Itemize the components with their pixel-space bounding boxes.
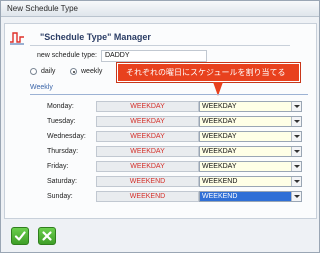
day-row-wednesday: Wednesday: WEEKDAY WEEKDAY bbox=[0, 131, 320, 144]
header-divider bbox=[30, 45, 290, 46]
current-schedule-value: WEEKDAY bbox=[96, 131, 199, 142]
current-schedule-value: WEEKEND bbox=[96, 176, 199, 187]
day-row-monday: Monday: WEEKDAY WEEKDAY bbox=[0, 101, 320, 114]
select-value: WEEKEND bbox=[202, 193, 238, 200]
select-value: WEEKDAY bbox=[202, 148, 237, 155]
chevron-down-icon[interactable] bbox=[291, 162, 301, 171]
weekly-section-divider bbox=[30, 94, 308, 95]
schedule-select-wednesday[interactable]: WEEKDAY bbox=[199, 131, 302, 142]
current-schedule-value: WEEKDAY bbox=[96, 116, 199, 127]
radio-daily-label: daily bbox=[41, 68, 56, 75]
radio-weekly-label: weekly bbox=[81, 68, 103, 75]
chevron-down-icon[interactable] bbox=[291, 147, 301, 156]
schedule-select-tuesday[interactable]: WEEKDAY bbox=[199, 116, 302, 127]
page-title: "Schedule Type" Manager bbox=[40, 32, 151, 42]
schedule-select-sunday[interactable]: WEEKEND bbox=[199, 191, 302, 202]
chevron-down-icon[interactable] bbox=[291, 132, 301, 141]
schedule-logo-icon bbox=[10, 32, 24, 45]
annotation-callout: それぞれの曜日にスケジュールを割り当てる bbox=[117, 63, 300, 82]
schedule-select-friday[interactable]: WEEKDAY bbox=[199, 161, 302, 172]
schedule-select-thursday[interactable]: WEEKDAY bbox=[199, 146, 302, 157]
schedule-name-input[interactable]: DADDY bbox=[101, 50, 207, 62]
radio-weekly[interactable]: weekly bbox=[70, 68, 102, 75]
schedule-select-saturday[interactable]: WEEKEND bbox=[199, 176, 302, 187]
select-value: WEEKDAY bbox=[202, 118, 237, 125]
name-field-label: new schedule type: bbox=[37, 52, 97, 59]
day-label: Sunday: bbox=[47, 193, 73, 200]
select-value: WEEKEND bbox=[202, 178, 238, 185]
select-value: WEEKDAY bbox=[202, 133, 237, 140]
radio-daily[interactable]: daily bbox=[30, 68, 55, 75]
radio-daily-circle[interactable] bbox=[30, 68, 37, 75]
day-label: Thursday: bbox=[47, 148, 79, 155]
radio-weekly-circle[interactable] bbox=[70, 68, 77, 75]
day-label: Saturday: bbox=[47, 178, 77, 185]
day-label: Tuesday: bbox=[47, 118, 76, 125]
select-value: WEEKDAY bbox=[202, 103, 237, 110]
current-schedule-value: WEEKDAY bbox=[96, 161, 199, 172]
current-schedule-value: WEEKDAY bbox=[96, 146, 199, 157]
day-row-sunday: Sunday: WEEKEND WEEKEND bbox=[0, 191, 320, 204]
current-schedule-value: WEEKEND bbox=[96, 191, 199, 202]
schedule-select-monday[interactable]: WEEKDAY bbox=[199, 101, 302, 112]
day-row-friday: Friday: WEEKDAY WEEKDAY bbox=[0, 161, 320, 174]
chevron-down-icon[interactable] bbox=[291, 102, 301, 111]
day-label: Wednesday: bbox=[47, 133, 86, 140]
current-schedule-value: WEEKDAY bbox=[96, 101, 199, 112]
day-row-saturday: Saturday: WEEKEND WEEKEND bbox=[0, 176, 320, 189]
day-row-thursday: Thursday: WEEKDAY WEEKDAY bbox=[0, 146, 320, 159]
chevron-down-icon[interactable] bbox=[291, 177, 301, 186]
select-value: WEEKDAY bbox=[202, 163, 237, 170]
weekly-section-title: Weekly bbox=[30, 84, 53, 91]
check-icon bbox=[14, 231, 26, 241]
cancel-button[interactable] bbox=[38, 227, 56, 245]
day-row-tuesday: Tuesday: WEEKDAY WEEKDAY bbox=[0, 116, 320, 129]
chevron-down-icon[interactable] bbox=[291, 117, 301, 126]
window-title: New Schedule Type bbox=[7, 4, 79, 13]
close-icon bbox=[42, 231, 52, 241]
chevron-down-icon[interactable] bbox=[291, 192, 301, 201]
day-label: Friday: bbox=[47, 163, 69, 170]
title-bar[interactable]: New Schedule Type bbox=[1, 1, 319, 17]
ok-button[interactable] bbox=[11, 227, 29, 245]
day-label: Monday: bbox=[47, 103, 74, 110]
